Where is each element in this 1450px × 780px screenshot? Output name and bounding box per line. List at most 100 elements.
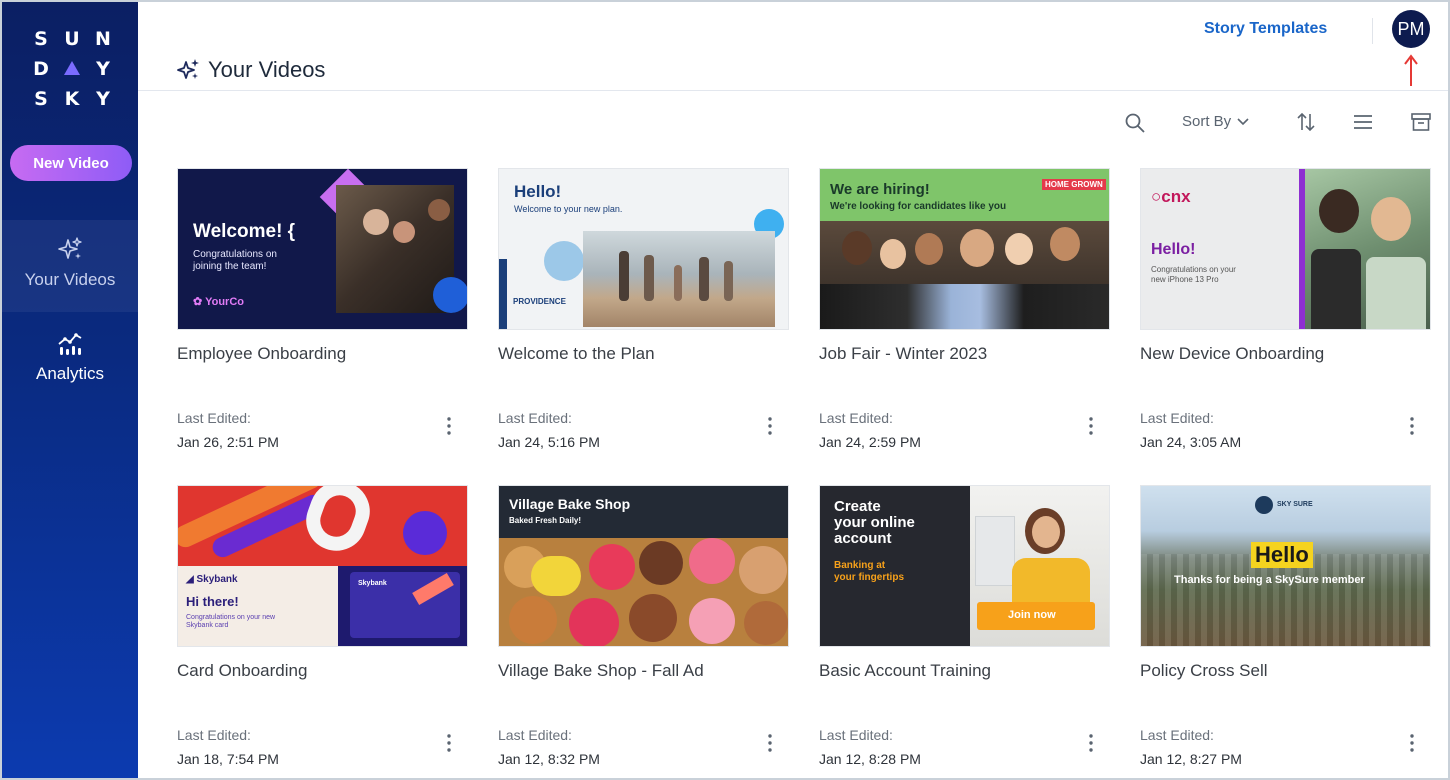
sidebar-item-label: Analytics (35, 364, 105, 383)
thumb-subtext: Skybank card (186, 622, 229, 629)
video-card[interactable]: Village Bake Shop Baked Fresh Daily! Vil… (498, 485, 789, 767)
logo-row-1: S U N (30, 24, 114, 54)
more-options-icon[interactable] (1403, 416, 1421, 436)
last-edited-date: Jan 12, 8:32 PM (498, 751, 600, 767)
app-window: S U N D Y S K Y New Video Your Videos An… (0, 0, 1450, 780)
archive-icon[interactable] (1410, 111, 1432, 133)
last-edited-date: Jan 12, 8:27 PM (1140, 751, 1242, 767)
logo-letter: Y (96, 88, 110, 110)
video-thumbnail[interactable]: Welcome! { Congratulations on joining th… (177, 168, 468, 330)
video-card[interactable]: Hello! Welcome to your new plan. PROVIDE… (498, 168, 789, 450)
sidebar-item-analytics[interactable]: Analytics (2, 314, 138, 406)
new-video-button[interactable]: New Video (10, 145, 132, 181)
logo-letter: S (34, 28, 48, 50)
thumb-brand: SKY SURE (1277, 501, 1313, 508)
thumb-subtext: joining the team! (193, 261, 267, 272)
last-edited-date: Jan 24, 3:05 AM (1140, 434, 1242, 450)
video-title[interactable]: Basic Account Training (819, 661, 991, 681)
list-view-icon[interactable] (1352, 111, 1374, 133)
video-thumbnail[interactable]: Create your online account Banking at yo… (819, 485, 1110, 647)
video-card[interactable]: SKY SURE Hello Thanks for being a SkySur… (1140, 485, 1431, 767)
logo-letter: S (34, 88, 48, 110)
sparkle-icon (177, 59, 199, 79)
more-options-icon[interactable] (761, 733, 779, 753)
thumb-headline: your online (834, 514, 915, 531)
video-title[interactable]: Welcome to the Plan (498, 344, 655, 364)
thumb-card-brand: Skybank (358, 580, 387, 587)
sort-order-icon[interactable] (1295, 111, 1317, 133)
video-card[interactable]: ○cnx Hello! Congratulations on your new … (1140, 168, 1431, 450)
thumb-subtext: your fingertips (834, 572, 905, 583)
last-edited-label: Last Edited: (498, 410, 572, 426)
last-edited-label: Last Edited: (1140, 410, 1214, 426)
header: Your Videos Story Templates PM (138, 2, 1448, 91)
thumb-subtext: Congratulations on (193, 249, 277, 260)
video-thumbnail[interactable]: ○cnx Hello! Congratulations on your new … (1140, 168, 1431, 330)
thumb-subtext: Thanks for being a SkySure member (1174, 574, 1365, 586)
avatar[interactable]: PM (1392, 10, 1430, 48)
more-options-icon[interactable] (440, 416, 458, 436)
last-edited-label: Last Edited: (177, 410, 251, 426)
thumb-headline: account (834, 530, 892, 547)
last-edited-label: Last Edited: (498, 727, 572, 743)
more-options-icon[interactable] (1403, 733, 1421, 753)
chevron-down-icon (1237, 117, 1249, 125)
video-card[interactable]: Create your online account Banking at yo… (819, 485, 1110, 767)
video-title[interactable]: Village Bake Shop - Fall Ad (498, 661, 704, 681)
thumb-headline: Hello! (514, 182, 562, 201)
more-options-icon[interactable] (440, 733, 458, 753)
toolbar: Sort By (1120, 108, 1448, 136)
logo-letter: U (64, 28, 80, 50)
last-edited-date: Jan 24, 2:59 PM (819, 434, 921, 450)
video-title[interactable]: New Device Onboarding (1140, 344, 1324, 364)
video-title[interactable]: Job Fair - Winter 2023 (819, 344, 987, 364)
video-thumbnail[interactable]: ◢ Skybank Hi there! Congratulations on y… (177, 485, 468, 647)
logo-row-3: S K Y (30, 84, 114, 114)
video-card[interactable]: Welcome! { Congratulations on joining th… (177, 168, 468, 450)
story-templates-link[interactable]: Story Templates (1204, 20, 1327, 38)
last-edited-label: Last Edited: (1140, 727, 1214, 743)
thumb-subtext: Congratulations on your new (186, 614, 276, 621)
video-title[interactable]: Employee Onboarding (177, 344, 346, 364)
logo-letter: D (33, 58, 49, 80)
video-thumbnail[interactable]: Hello! Welcome to your new plan. PROVIDE… (498, 168, 789, 330)
thumb-headline: Create (834, 498, 881, 515)
more-options-icon[interactable] (1082, 733, 1100, 753)
thumb-headline: We are hiring! (830, 181, 930, 198)
last-edited-label: Last Edited: (819, 410, 893, 426)
more-options-icon[interactable] (761, 416, 779, 436)
thumb-subtext: new iPhone 13 Pro (1151, 275, 1219, 284)
more-options-icon[interactable] (1082, 416, 1100, 436)
video-thumbnail[interactable]: Village Bake Shop Baked Fresh Daily! (498, 485, 789, 647)
logo-row-2: D Y (30, 54, 114, 84)
thumb-cta: Join now (1008, 609, 1056, 621)
sort-by-dropdown[interactable]: Sort By (1182, 113, 1249, 130)
last-edited-label: Last Edited: (819, 727, 893, 743)
thumb-headline: Hello! (1151, 241, 1196, 258)
page-title: Your Videos (176, 57, 325, 83)
thumb-headline: Welcome! { (193, 221, 296, 242)
thumb-subtext: Baked Fresh Daily! (509, 516, 582, 525)
video-thumbnail[interactable]: We are hiring! We're looking for candida… (819, 168, 1110, 330)
thumb-brand: ◢ Skybank (186, 574, 238, 585)
video-title[interactable]: Policy Cross Sell (1140, 661, 1268, 681)
last-edited-date: Jan 24, 5:16 PM (498, 434, 600, 450)
annotation-arrow-icon (1404, 54, 1418, 86)
last-edited-date: Jan 12, 8:28 PM (819, 751, 921, 767)
thumb-headline: Hello (1251, 542, 1313, 568)
sidebar-item-your-videos[interactable]: Your Videos (2, 220, 138, 312)
thumb-brand: ○cnx (1151, 187, 1191, 206)
video-card[interactable]: ◢ Skybank Hi there! Congratulations on y… (177, 485, 468, 767)
video-card[interactable]: We are hiring! We're looking for candida… (819, 168, 1110, 450)
video-thumbnail[interactable]: SKY SURE Hello Thanks for being a SkySur… (1140, 485, 1431, 647)
thumb-subtext: Banking at (834, 560, 886, 571)
last-edited-label: Last Edited: (177, 727, 251, 743)
sundaysky-logo[interactable]: S U N D Y S K Y (30, 24, 114, 114)
last-edited-date: Jan 26, 2:51 PM (177, 434, 279, 450)
sparkle-icon (58, 237, 82, 259)
video-title[interactable]: Card Onboarding (177, 661, 307, 681)
logo-letter: K (64, 88, 80, 110)
search-icon[interactable] (1124, 112, 1146, 134)
page-title-text: Your Videos (208, 57, 326, 82)
thumb-headline: Hi there! (186, 594, 239, 609)
